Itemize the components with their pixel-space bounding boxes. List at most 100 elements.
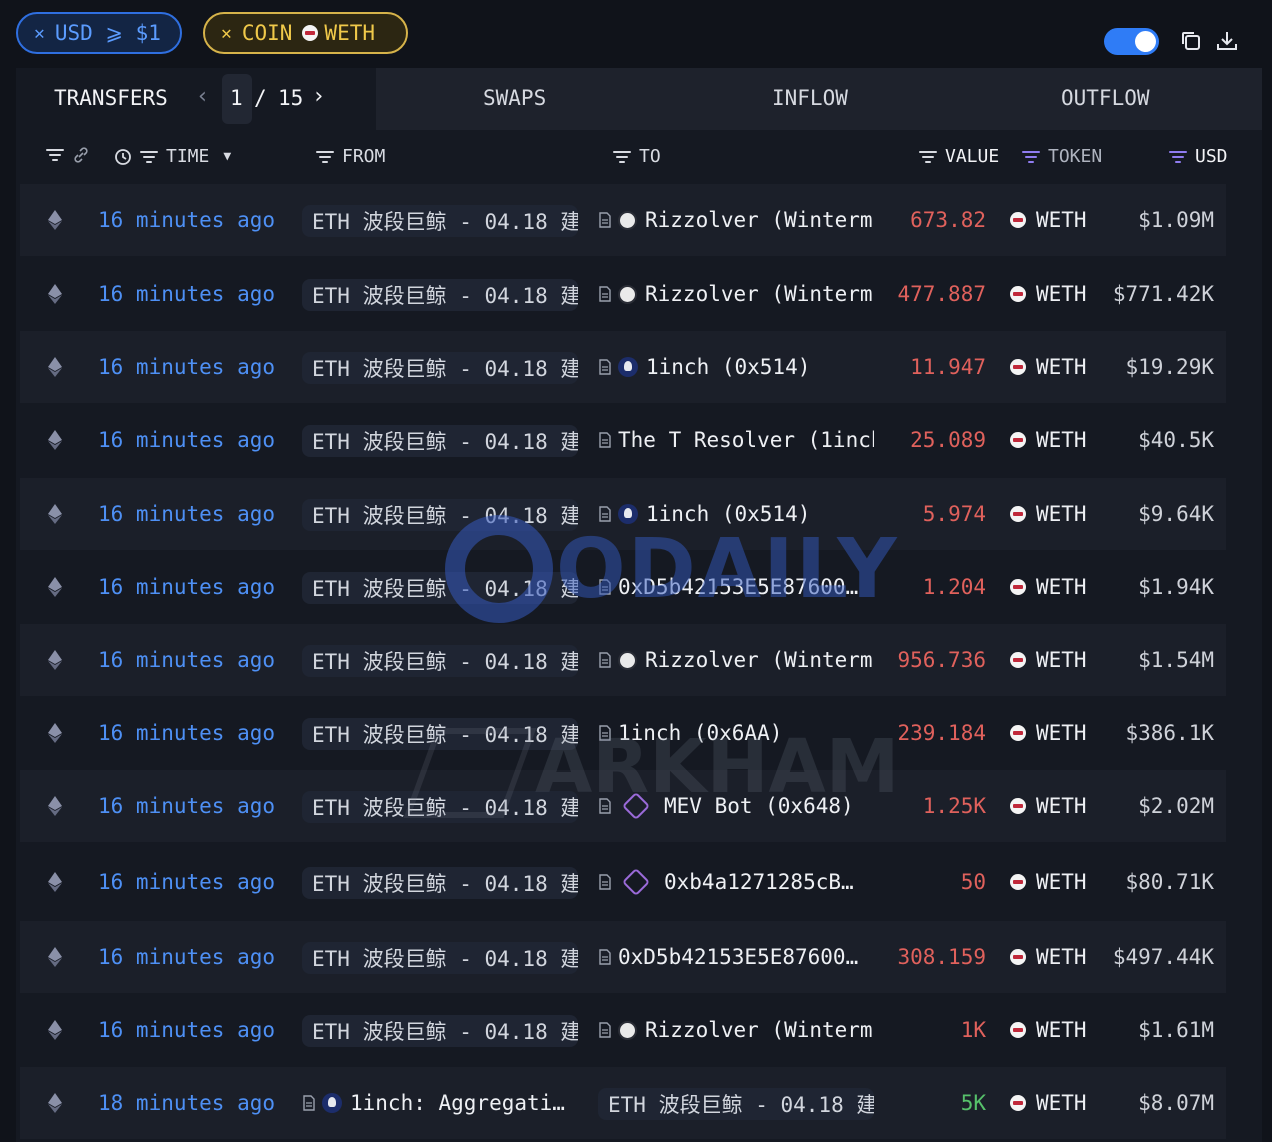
header-value[interactable]: VALUE	[919, 146, 999, 167]
contract-doc-icon	[599, 652, 611, 668]
to-address[interactable]: Rizzolver (Wintermute)	[598, 994, 874, 1066]
filter-bar: ✕ USD ⩾ $1 ✕ COIN WETH	[0, 0, 1272, 68]
row-token-label: WETH	[1036, 945, 1087, 969]
mev-bot-icon	[621, 867, 651, 897]
from-address[interactable]: ETH 波段巨鲸 - 04.18 建	[302, 425, 578, 457]
to-address[interactable]: 1inch (0x6AA)	[598, 697, 874, 769]
row-usd: $497.44K	[1112, 945, 1214, 969]
to-address[interactable]: 1inch (0x514)	[598, 478, 874, 550]
contract-doc-icon	[599, 949, 611, 965]
to-address[interactable]: 0xD5b42153E5E87600…	[598, 551, 874, 623]
table-row[interactable]: 16 minutes ago ETH 波段巨鲸 - 04.18 建 MEV Bo…	[20, 770, 1226, 842]
from-address[interactable]: ETH 波段巨鲸 - 04.18 建	[302, 718, 578, 750]
table-row[interactable]: 16 minutes ago ETH 波段巨鲸 - 04.18 建 1inch …	[20, 478, 1226, 550]
table-row[interactable]: 16 minutes ago ETH 波段巨鲸 - 04.18 建 1inch …	[20, 697, 1226, 769]
from-address[interactable]: ETH 波段巨鲸 - 04.18 建	[302, 942, 578, 974]
from-address[interactable]: ETH 波段巨鲸 - 04.18 建	[302, 572, 578, 604]
chevron-right-icon[interactable]: ›	[312, 84, 325, 109]
table-row[interactable]: 16 minutes ago ETH 波段巨鲸 - 04.18 建 Rizzol…	[20, 184, 1226, 256]
row-time[interactable]: 16 minutes ago	[98, 551, 288, 623]
to-address[interactable]: Rizzolver (Wintermute)	[598, 258, 874, 330]
ethereum-chain-icon	[48, 404, 64, 476]
row-value: 477.887	[897, 282, 986, 306]
display-toggle[interactable]	[1104, 28, 1159, 55]
row-time[interactable]: 16 minutes ago	[98, 697, 288, 769]
table-row[interactable]: 16 minutes ago ETH 波段巨鲸 - 04.18 建 0xD5b4…	[20, 551, 1226, 623]
to-address[interactable]: Rizzolver (Wintermute)	[598, 624, 874, 696]
row-usd: $1.94K	[1138, 575, 1214, 599]
to-address[interactable]: 0xD5b42153E5E87600…	[598, 921, 874, 993]
header-usd[interactable]: USD	[1169, 146, 1228, 167]
tab-transfers[interactable]: TRANSFERS ‹ 1 / 15 ›	[16, 68, 376, 130]
row-time[interactable]: 16 minutes ago	[98, 770, 288, 842]
to-address[interactable]: 0xb4a1271285cB…	[598, 846, 874, 918]
table-row[interactable]: 16 minutes ago ETH 波段巨鲸 - 04.18 建 0xD5b4…	[20, 921, 1226, 993]
from-address[interactable]: ETH 波段巨鲸 - 04.18 建	[302, 205, 578, 237]
tab-outflow[interactable]: OUTFLOW	[1061, 86, 1150, 110]
1inch-icon	[322, 1093, 342, 1113]
row-time[interactable]: 16 minutes ago	[98, 921, 288, 993]
from-address[interactable]: 1inch: Aggregati…	[302, 1067, 592, 1139]
filter-icon[interactable]	[316, 150, 334, 164]
from-address[interactable]: ETH 波段巨鲸 - 04.18 建	[302, 645, 578, 677]
link-icon[interactable]	[72, 146, 90, 164]
to-address[interactable]: Rizzolver (Wintermute)	[598, 184, 874, 256]
contract-doc-icon	[599, 725, 611, 741]
header-time[interactable]: TIME ▼	[114, 146, 231, 167]
row-value: 308.159	[897, 945, 986, 969]
header-from[interactable]: FROM	[316, 146, 385, 167]
filter-icon[interactable]	[46, 148, 64, 162]
header-token[interactable]: TOKEN	[1022, 146, 1102, 167]
row-time[interactable]: 18 minutes ago	[98, 1067, 288, 1139]
table-row[interactable]: 16 minutes ago ETH 波段巨鲸 - 04.18 建 Rizzol…	[20, 994, 1226, 1066]
tab-swaps[interactable]: SWAPS	[483, 86, 546, 110]
to-address[interactable]: The T Resolver (1inch)	[598, 404, 874, 476]
filter-icon[interactable]	[1022, 150, 1040, 164]
filter-icon[interactable]	[140, 150, 158, 164]
row-time[interactable]: 16 minutes ago	[98, 184, 288, 256]
row-time[interactable]: 16 minutes ago	[98, 994, 288, 1066]
close-icon[interactable]: ✕	[34, 23, 45, 44]
from-header-label: FROM	[342, 146, 386, 167]
row-time[interactable]: 16 minutes ago	[98, 478, 288, 550]
table-row[interactable]: 16 minutes ago ETH 波段巨鲸 - 04.18 建 1inch …	[20, 331, 1226, 403]
row-time[interactable]: 16 minutes ago	[98, 404, 288, 476]
filter-icon[interactable]	[919, 150, 937, 164]
to-address[interactable]: ETH 波段巨鲸 - 04.18 建	[598, 1088, 874, 1120]
close-icon[interactable]: ✕	[221, 23, 232, 44]
caret-down-icon[interactable]: ▼	[223, 149, 231, 164]
usd-filter-chip[interactable]: ✕ USD ⩾ $1	[16, 12, 182, 54]
copy-icon[interactable]	[1178, 28, 1204, 54]
row-time[interactable]: 16 minutes ago	[98, 624, 288, 696]
table-row[interactable]: 18 minutes ago ETH 波段巨鲸 - 04.18 建 1inch:…	[20, 1067, 1226, 1139]
from-address[interactable]: ETH 波段巨鲸 - 04.18 建	[302, 352, 578, 384]
contract-doc-icon	[599, 579, 611, 595]
from-address[interactable]: ETH 波段巨鲸 - 04.18 建	[302, 867, 578, 899]
table-row[interactable]: 16 minutes ago ETH 波段巨鲸 - 04.18 建 Rizzol…	[20, 258, 1226, 330]
table-row[interactable]: 16 minutes ago ETH 波段巨鲸 - 04.18 建 0xb4a1…	[20, 846, 1226, 918]
row-usd: $1.09M	[1138, 208, 1214, 232]
tab-inflow[interactable]: INFLOW	[772, 86, 848, 110]
to-address[interactable]: 1inch (0x514)	[598, 331, 874, 403]
row-time[interactable]: 16 minutes ago	[98, 258, 288, 330]
contract-doc-icon	[599, 874, 611, 890]
to-address[interactable]: MEV Bot (0x648)	[598, 770, 874, 842]
from-address[interactable]: ETH 波段巨鲸 - 04.18 建	[302, 1015, 578, 1047]
download-icon[interactable]	[1214, 28, 1240, 54]
to-address-label: Rizzolver (Wintermute)	[645, 282, 874, 306]
chevron-left-icon[interactable]: ‹	[196, 84, 209, 109]
filter-icon[interactable]	[1169, 150, 1187, 164]
table-row[interactable]: 16 minutes ago ETH 波段巨鲸 - 04.18 建 The T …	[20, 404, 1226, 476]
weth-token-icon	[1010, 212, 1026, 228]
filter-icon[interactable]	[613, 150, 631, 164]
coin-filter-chip[interactable]: ✕ COIN WETH	[203, 12, 408, 54]
from-address[interactable]: ETH 波段巨鲸 - 04.18 建	[302, 791, 578, 823]
weth-token-icon	[1010, 874, 1026, 890]
from-address[interactable]: ETH 波段巨鲸 - 04.18 建	[302, 279, 578, 311]
row-time[interactable]: 16 minutes ago	[98, 846, 288, 918]
row-time[interactable]: 16 minutes ago	[98, 331, 288, 403]
from-address[interactable]: ETH 波段巨鲸 - 04.18 建	[302, 499, 578, 531]
ethereum-chain-icon	[48, 921, 64, 993]
table-row[interactable]: 16 minutes ago ETH 波段巨鲸 - 04.18 建 Rizzol…	[20, 624, 1226, 696]
header-to[interactable]: TO	[613, 146, 661, 167]
